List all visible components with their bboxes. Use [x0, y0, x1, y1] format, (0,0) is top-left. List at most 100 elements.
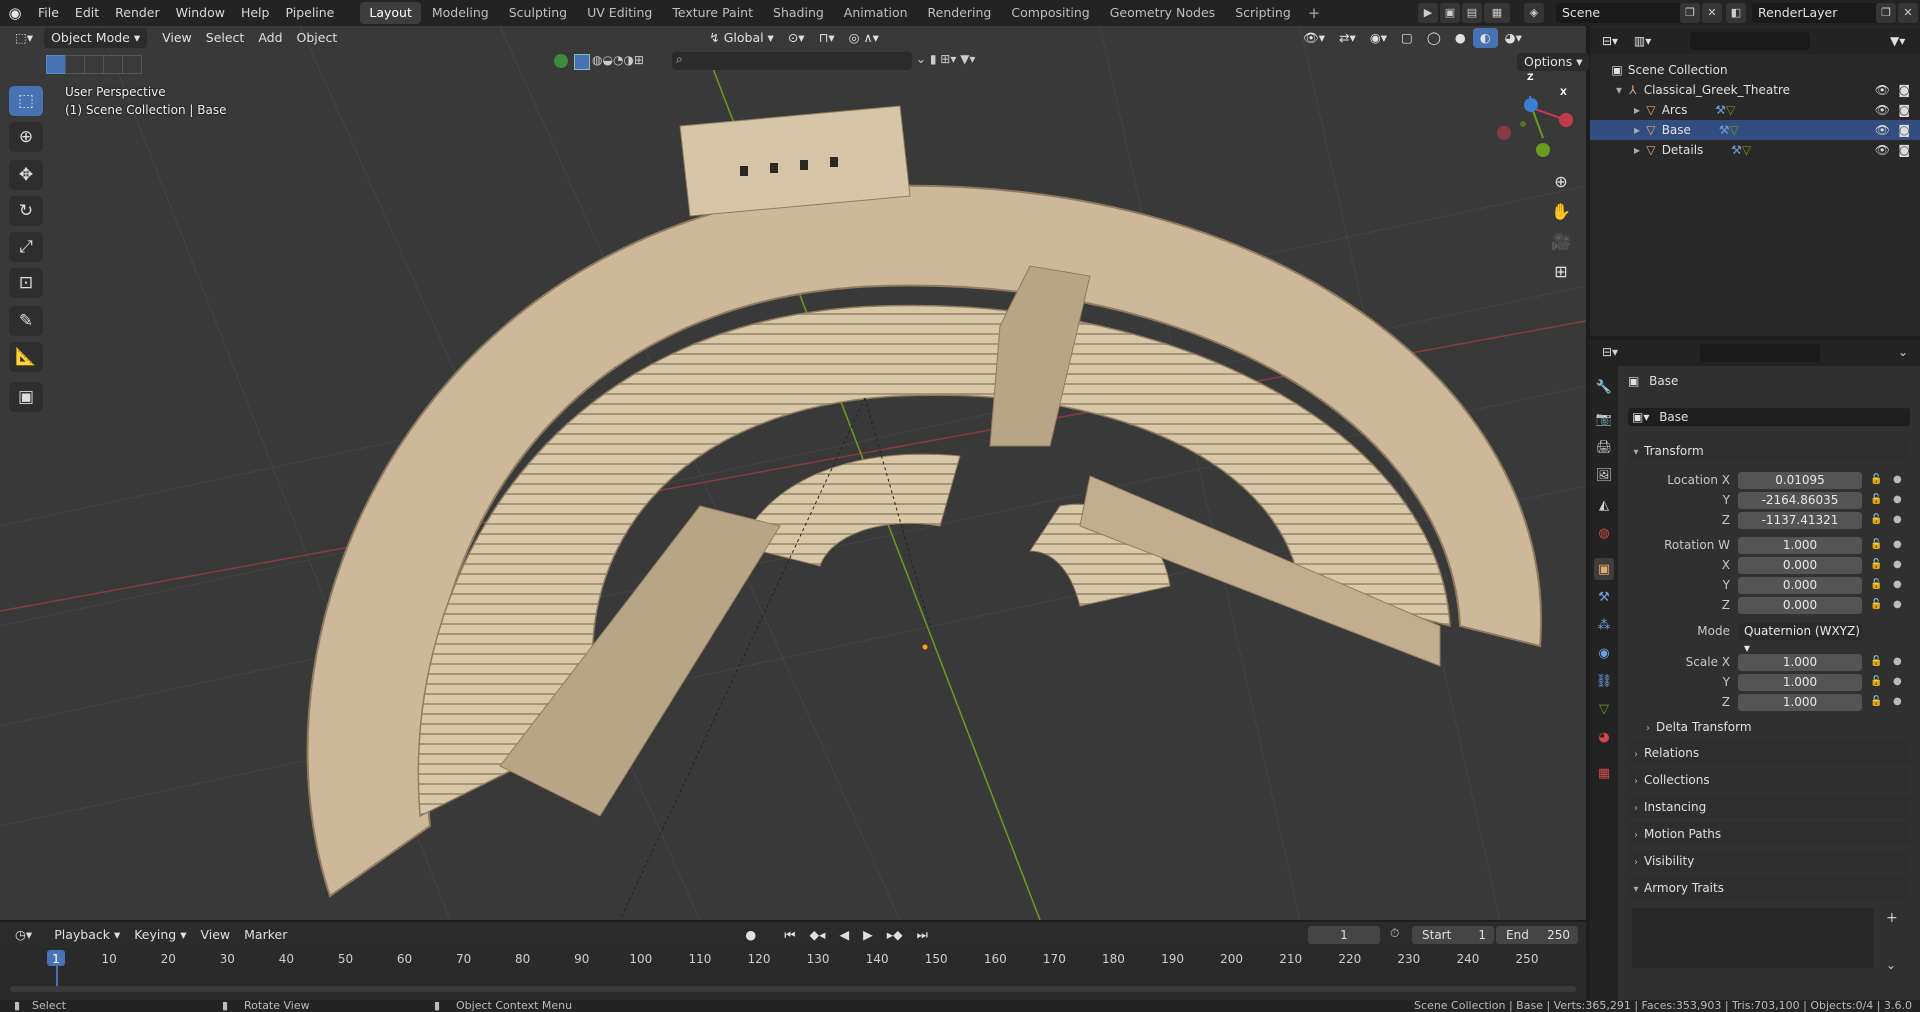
keyframe-dot-icon[interactable]: ● — [1893, 656, 1902, 667]
scale-tool[interactable]: ⤢ — [9, 232, 43, 262]
outliner-item-details[interactable]: ▸ ▽ Details ⚒▽ 👁 ◙ — [1590, 140, 1920, 160]
keyframe-dot-icon[interactable]: ● — [1893, 696, 1902, 707]
perspective-toggle-icon[interactable]: ⊞ — [1548, 258, 1574, 284]
annotate-tool[interactable]: ✎ — [9, 306, 43, 336]
visibility-eye-icon[interactable]: 👁 — [1875, 100, 1890, 120]
3d-viewport[interactable]: X Z — [0, 26, 1586, 920]
tab-sculpting[interactable]: Sculpting — [500, 2, 576, 24]
modifier-wrench-icon[interactable]: ⚒ — [1715, 103, 1726, 117]
tab-compositing[interactable]: Compositing — [1002, 2, 1098, 24]
rotation-x-field[interactable]: 0.000 — [1738, 557, 1862, 574]
snap-icon[interactable]: ⊓▾ — [812, 28, 842, 48]
tool-tab-icon[interactable]: 🔧 — [1594, 376, 1614, 398]
pivot-point-icon[interactable]: ⊙▾ — [781, 28, 812, 48]
object-type-filter-icon[interactable] — [554, 54, 568, 68]
outliner-item-arcs[interactable]: ▸ ▽ Arcs ⚒▽ 👁 ◙ — [1590, 100, 1920, 120]
modifier-tab-icon[interactable]: ⚒ — [1594, 586, 1614, 608]
play-render-icon[interactable]: ▶ — [1418, 3, 1438, 23]
outliner-collection-theatre[interactable]: ▾ ⅄ Classical_Greek_Theatre 👁 ◙ — [1590, 80, 1920, 100]
render-camera-icon[interactable]: ◙ — [1898, 100, 1910, 120]
tab-uv-editing[interactable]: UV Editing — [578, 2, 661, 24]
render-image-icon[interactable]: ▣ — [1440, 3, 1460, 23]
transform-orientation-selector[interactable]: ↯ Global ▾ — [702, 28, 781, 48]
tab-modeling[interactable]: Modeling — [423, 2, 498, 24]
render-camera-icon[interactable]: ◙ — [1898, 80, 1910, 100]
visibility-icon[interactable]: 👁▾ — [1296, 28, 1332, 48]
select-new-icon[interactable] — [46, 55, 66, 74]
delete-scene-icon[interactable]: ✕ — [1702, 3, 1722, 23]
material-tab-icon[interactable]: ◕ — [1594, 726, 1614, 748]
keyframe-dot-icon[interactable]: ● — [1893, 559, 1902, 570]
lock-icon[interactable]: 🔓 — [1870, 656, 1882, 667]
visibility-section[interactable]: › Visibility — [1628, 850, 1910, 872]
options-button[interactable]: Options ▾ — [1517, 53, 1590, 71]
location-x-field[interactable]: 0.01095 — [1738, 472, 1862, 489]
navigation-gizmo[interactable] — [1497, 95, 1573, 157]
collections-section[interactable]: › Collections — [1628, 769, 1910, 791]
timeline-editor-icon[interactable]: ◷▾ — [8, 925, 39, 945]
menu-edit[interactable]: Edit — [67, 0, 107, 26]
lock-icon[interactable]: 🔓 — [1870, 494, 1882, 505]
menu-file[interactable]: File — [30, 0, 67, 26]
next-keyframe-icon[interactable]: ▸◆ — [880, 925, 910, 945]
tab-rendering[interactable]: Rendering — [919, 2, 1001, 24]
cursor-tool[interactable]: ⊕ — [9, 122, 43, 152]
delete-view-layer-icon[interactable]: ✕ — [1898, 3, 1918, 23]
scale-x-field[interactable]: 1.000 — [1738, 654, 1862, 671]
add-workspace-icon[interactable]: + — [1302, 4, 1327, 22]
select-intersect-icon[interactable] — [122, 55, 142, 74]
object-tab-icon[interactable]: ▣ — [1594, 558, 1614, 580]
expand-right-icon[interactable]: ▸ — [1634, 103, 1640, 117]
relations-section[interactable]: › Relations — [1628, 742, 1910, 764]
select-subtract-icon[interactable] — [84, 55, 104, 74]
jump-end-icon[interactable]: ⏭ — [910, 925, 935, 945]
lock-icon[interactable]: 🔓 — [1870, 514, 1882, 525]
mesh-data-icon[interactable]: ▽ — [1730, 123, 1739, 137]
current-frame-field[interactable]: 1 — [1308, 926, 1380, 944]
rotation-mode-dropdown[interactable]: Quaternion (WXYZ) ▾ — [1738, 623, 1862, 655]
record-keyframe-icon[interactable]: ● — [738, 925, 763, 945]
modifier-wrench-icon[interactable]: ⚒ — [1719, 123, 1730, 137]
world-tab-icon[interactable]: ◍ — [1594, 522, 1614, 544]
end-frame-field[interactable]: End 250 — [1496, 926, 1578, 944]
expand-down-icon[interactable]: ▾ — [1616, 83, 1622, 97]
outliner-item-base[interactable]: ▸ ▽ Base ⚒▽ 👁 ◙ — [1590, 120, 1920, 140]
rotation-y-field[interactable]: 0.000 — [1738, 577, 1862, 594]
render-camera-icon[interactable]: ◙ — [1898, 140, 1910, 160]
scene-tab-icon[interactable]: ◭ — [1594, 494, 1614, 516]
render-menu-icon[interactable]: ▦ — [1484, 3, 1510, 23]
keyframe-dot-icon[interactable]: ● — [1893, 676, 1902, 687]
rotate-tool[interactable]: ↻ — [9, 196, 43, 226]
armory-traits-section[interactable]: ▾ Armory Traits — [1628, 877, 1910, 899]
view-layer-icon[interactable]: ◧ — [1726, 3, 1746, 23]
rendered-shading-icon[interactable]: ◕▾ — [1498, 28, 1529, 48]
expand-right-icon[interactable]: ▸ — [1634, 143, 1640, 157]
select-box-tool[interactable]: ⬚ — [9, 86, 43, 116]
menu-render[interactable]: Render — [107, 0, 168, 26]
object-name-field[interactable]: ▣▾ Base — [1628, 408, 1910, 426]
view-layer-tab-icon[interactable]: 🖼 — [1594, 464, 1614, 486]
keyframe-dot-icon[interactable]: ● — [1893, 494, 1902, 505]
view-layer-selector[interactable]: RenderLayer — [1752, 3, 1878, 23]
xray-icon[interactable]: ▢ — [1394, 28, 1420, 48]
menu-select[interactable]: Select — [199, 28, 252, 48]
tab-shading[interactable]: Shading — [764, 2, 833, 24]
tab-geometry-nodes[interactable]: Geometry Nodes — [1101, 2, 1224, 24]
mesh-data-icon[interactable]: ▽ — [1742, 143, 1751, 157]
transform-section-header[interactable]: ▾ Transform — [1628, 440, 1910, 462]
lock-icon[interactable]: 🔓 — [1870, 676, 1882, 687]
tab-scripting[interactable]: Scripting — [1226, 2, 1300, 24]
measure-tool[interactable]: 📐 — [9, 342, 43, 372]
physics-tab-icon[interactable]: ◉ — [1594, 642, 1614, 664]
data-tab-icon[interactable]: ▽ — [1594, 698, 1614, 720]
viewport-search-input[interactable]: ⌕ — [672, 52, 912, 70]
object-origin[interactable] — [922, 644, 928, 650]
material-shading-icon[interactable]: ◐ — [1472, 28, 1498, 48]
properties-search-input[interactable] — [1700, 344, 1820, 362]
visibility-eye-icon[interactable]: 👁 — [1875, 80, 1890, 100]
output-tab-icon[interactable]: 🖨 — [1594, 436, 1614, 458]
keyframe-dot-icon[interactable]: ● — [1893, 579, 1902, 590]
scale-y-field[interactable]: 1.000 — [1738, 674, 1862, 691]
outliner-search-input[interactable] — [1690, 32, 1810, 50]
delta-transform-section[interactable]: › Delta Transform — [1640, 716, 1910, 738]
